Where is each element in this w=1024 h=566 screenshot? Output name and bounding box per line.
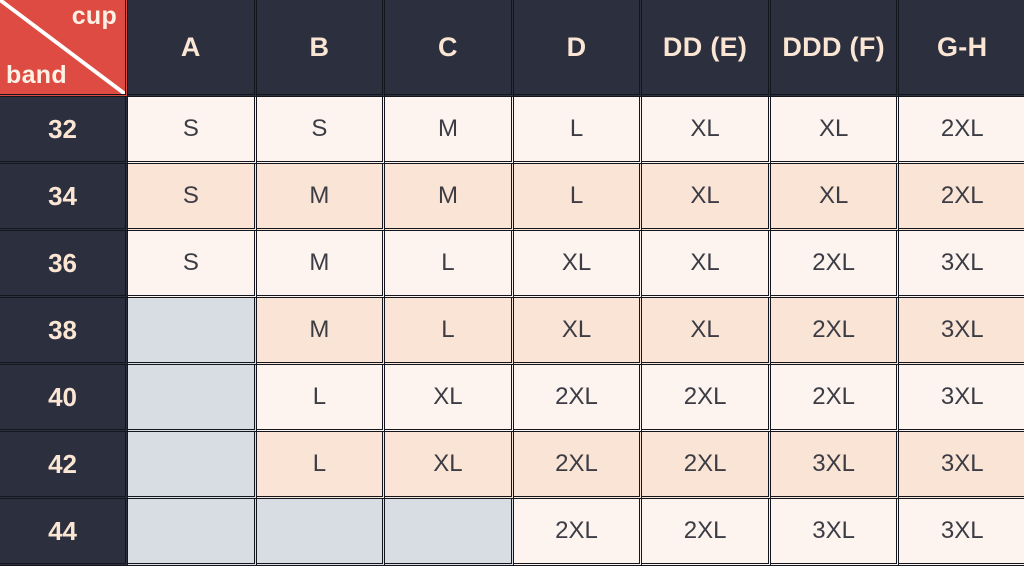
corner-band-label: band xyxy=(6,60,67,89)
cell-38-b: M xyxy=(256,298,386,365)
cell-38-c: L xyxy=(385,298,514,365)
column-header-ddd-f: DDD (F) xyxy=(770,0,900,97)
cell-34-c: M xyxy=(385,164,514,231)
column-header-c: C xyxy=(385,0,514,97)
table-row: 36 S M L XL XL 2XL 3XL xyxy=(0,231,1024,298)
cell-40-dd: 2XL xyxy=(642,365,771,432)
cell-34-d: L xyxy=(513,164,643,231)
cell-36-d: XL xyxy=(513,231,643,298)
cell-40-c: XL xyxy=(385,365,514,432)
cell-36-dd: XL xyxy=(642,231,771,298)
cell-44-c xyxy=(385,499,514,566)
cell-32-c: M xyxy=(385,97,514,164)
row-header-band-32: 32 xyxy=(0,97,129,164)
table-row: 44 2XL 2XL 3XL 3XL xyxy=(0,499,1024,566)
cell-38-gh: 3XL xyxy=(899,298,1024,365)
table-row: 38 M L XL XL 2XL 3XL xyxy=(0,298,1024,365)
table-row: 42 L XL 2XL 2XL 3XL 3XL xyxy=(0,432,1024,499)
size-chart-container: cup band A B C D DD (E) DDD (F) G-H 32 S… xyxy=(0,0,1024,566)
cell-34-gh: 2XL xyxy=(899,164,1024,231)
cell-38-ddd: 2XL xyxy=(770,298,900,365)
bra-size-chart-table: cup band A B C D DD (E) DDD (F) G-H 32 S… xyxy=(0,0,1024,566)
column-header-d: D xyxy=(513,0,643,97)
cell-32-d: L xyxy=(513,97,643,164)
row-header-band-44: 44 xyxy=(0,499,129,566)
cell-36-a: S xyxy=(128,231,257,298)
cell-40-gh: 3XL xyxy=(899,365,1024,432)
cell-42-ddd: 3XL xyxy=(770,432,900,499)
cell-32-dd: XL xyxy=(642,97,771,164)
cell-44-d: 2XL xyxy=(513,499,643,566)
cell-34-dd: XL xyxy=(642,164,771,231)
table-row: 40 L XL 2XL 2XL 2XL 3XL xyxy=(0,365,1024,432)
cell-42-dd: 2XL xyxy=(642,432,771,499)
table-header: cup band A B C D DD (E) DDD (F) G-H xyxy=(0,0,1024,97)
cell-40-a xyxy=(128,365,257,432)
cell-44-ddd: 3XL xyxy=(770,499,900,566)
cell-40-b: L xyxy=(256,365,386,432)
column-header-dd-e: DD (E) xyxy=(642,0,771,97)
table-body: 32 S S M L XL XL 2XL 34 S M M L XL XL 2X… xyxy=(0,97,1024,566)
row-header-band-38: 38 xyxy=(0,298,129,365)
row-header-band-36: 36 xyxy=(0,231,129,298)
table-row: 32 S S M L XL XL 2XL xyxy=(0,97,1024,164)
header-row: cup band A B C D DD (E) DDD (F) G-H xyxy=(0,0,1024,97)
table-row: 34 S M M L XL XL 2XL xyxy=(0,164,1024,231)
cell-34-ddd: XL xyxy=(770,164,900,231)
corner-cup-label: cup xyxy=(71,2,118,30)
cell-42-b: L xyxy=(256,432,386,499)
cell-38-d: XL xyxy=(513,298,643,365)
column-header-a: A xyxy=(128,0,257,97)
cell-42-gh: 3XL xyxy=(899,432,1024,499)
row-header-band-34: 34 xyxy=(0,164,129,231)
cell-34-b: M xyxy=(256,164,386,231)
column-header-g-h: G-H xyxy=(899,0,1024,97)
cell-36-gh: 3XL xyxy=(899,231,1024,298)
row-header-band-40: 40 xyxy=(0,365,129,432)
cell-38-dd: XL xyxy=(642,298,771,365)
cell-32-ddd: XL xyxy=(770,97,900,164)
row-header-band-42: 42 xyxy=(0,432,129,499)
cell-42-d: 2XL xyxy=(513,432,643,499)
cell-36-c: L xyxy=(385,231,514,298)
cell-42-c: XL xyxy=(385,432,514,499)
cell-34-a: S xyxy=(128,164,257,231)
cell-42-a xyxy=(128,432,257,499)
cell-38-a xyxy=(128,298,257,365)
column-header-b: B xyxy=(256,0,386,97)
cell-36-ddd: 2XL xyxy=(770,231,900,298)
cell-32-b: S xyxy=(256,97,386,164)
cell-40-ddd: 2XL xyxy=(770,365,900,432)
cell-44-dd: 2XL xyxy=(642,499,771,566)
cell-40-d: 2XL xyxy=(513,365,643,432)
corner-cup-band-cell: cup band xyxy=(0,0,129,97)
cell-44-gh: 3XL xyxy=(899,499,1024,566)
cell-36-b: M xyxy=(256,231,386,298)
cell-32-a: S xyxy=(128,97,257,164)
cell-44-b xyxy=(256,499,386,566)
cell-32-gh: 2XL xyxy=(899,97,1024,164)
cell-44-a xyxy=(128,499,257,566)
